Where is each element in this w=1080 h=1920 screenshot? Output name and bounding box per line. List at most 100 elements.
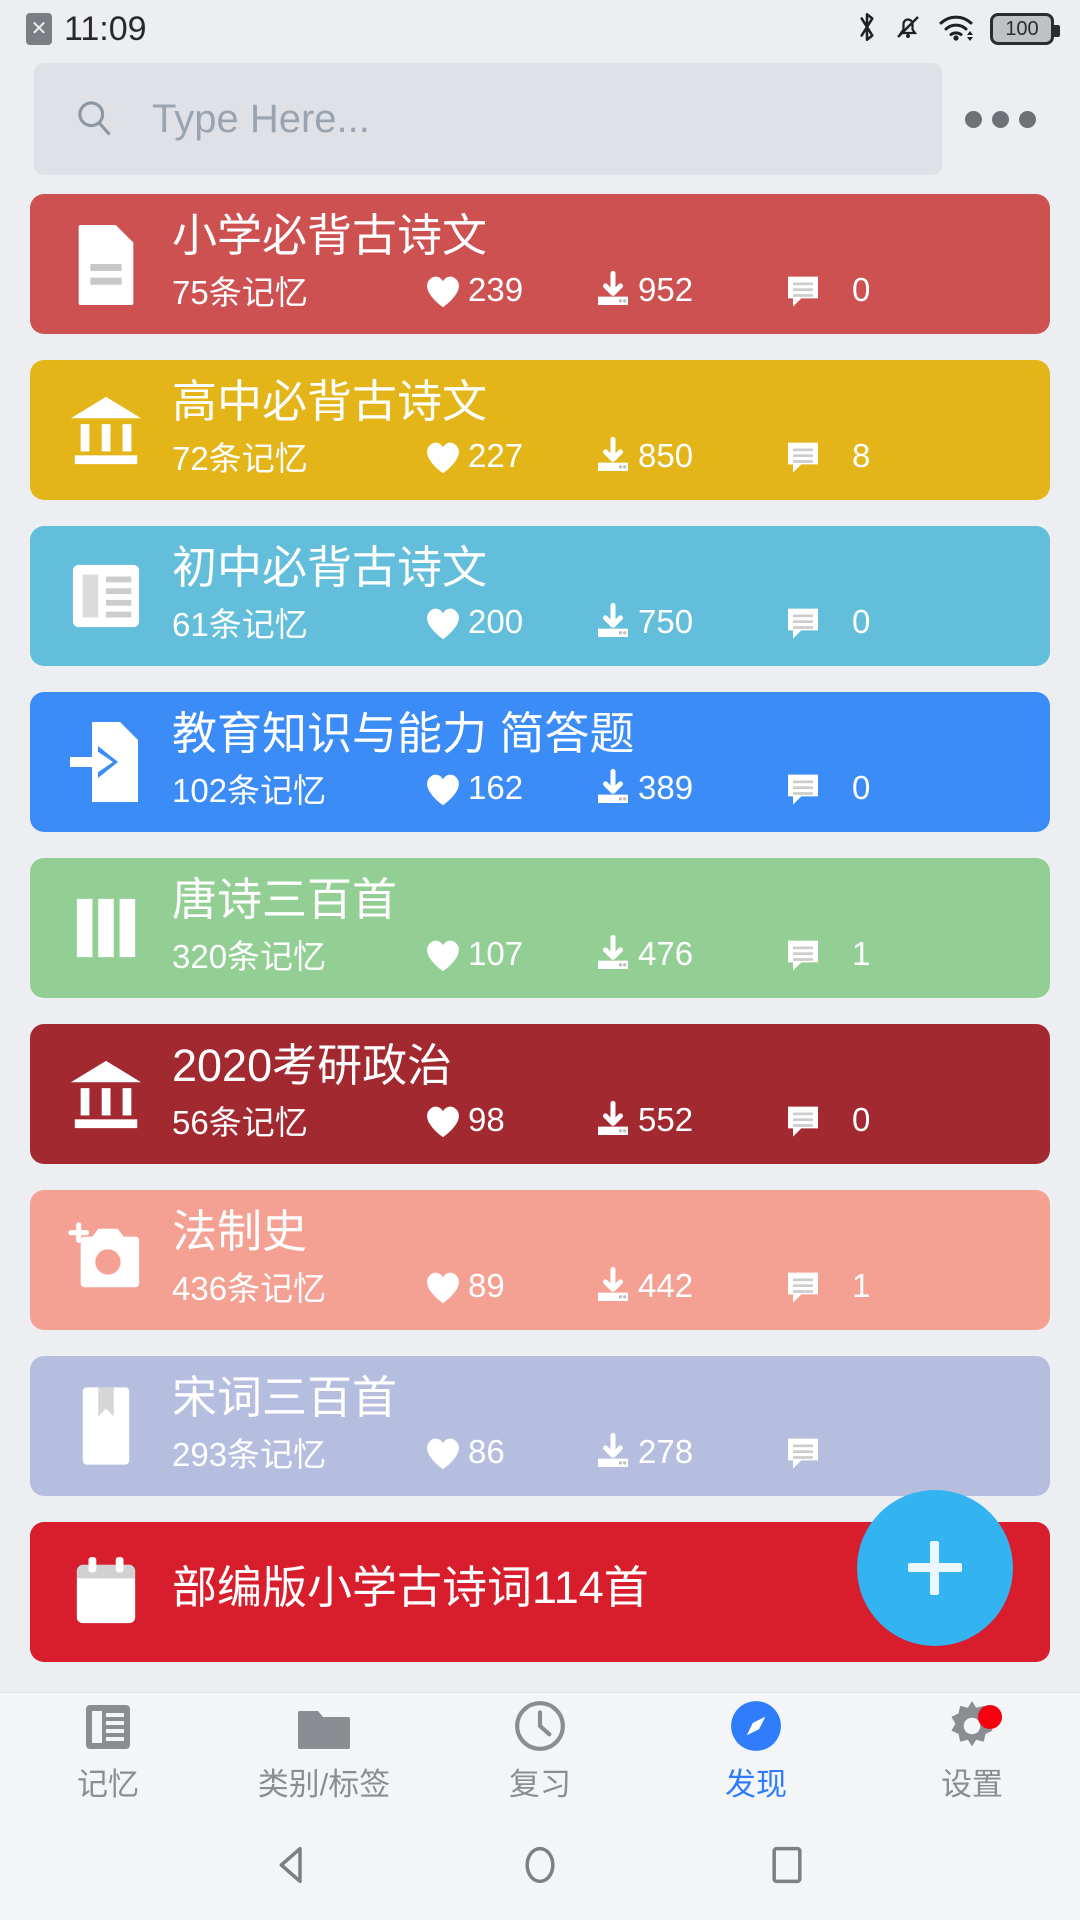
deck-likes[interactable]: 89 xyxy=(422,1267,592,1305)
tab-label: 设置 xyxy=(941,1767,1003,1802)
wifi-icon xyxy=(936,10,976,49)
clock-icon xyxy=(513,1699,567,1753)
deck-card[interactable]: 宋词三百首 293条记忆 86 278 xyxy=(30,1356,1050,1496)
deck-likes-value: 107 xyxy=(468,934,524,972)
deck-comments[interactable]: 0 xyxy=(782,270,902,310)
menu-dot xyxy=(1018,110,1036,128)
deck-card[interactable]: 2020考研政治 56条记忆 98 552 0 xyxy=(30,1024,1050,1164)
deck-comments-value: 1 xyxy=(852,1266,871,1304)
recents-square-icon[interactable] xyxy=(742,1820,832,1910)
bottom-tab-bar: 记忆 类别/标签 复习 发现 设置 xyxy=(0,1692,1080,1810)
deck-downloads[interactable]: 442 xyxy=(592,1266,782,1306)
deck-stats: 436条记忆 89 442 1 xyxy=(172,1262,1024,1310)
calendar-icon xyxy=(40,1554,172,1630)
deck-body: 唐诗三百首 320条记忆 107 476 1 xyxy=(172,876,1024,977)
deck-comments[interactable]: 1 xyxy=(782,934,902,974)
deck-likes[interactable]: 98 xyxy=(422,1101,592,1139)
deck-likes-value: 98 xyxy=(468,1100,505,1138)
phone-screen: ✕ 11:09 100 Type Here... 小学必背古诗文 75条记忆 2… xyxy=(0,0,1080,1920)
tab-clock[interactable]: 复习 xyxy=(432,1693,648,1810)
tab-memory-book[interactable]: 记忆 xyxy=(0,1693,216,1810)
tab-folder[interactable]: 类别/标签 xyxy=(216,1693,432,1810)
deck-stats: 75条记忆 239 952 0 xyxy=(172,266,1024,314)
deck-title: 宋词三百首 xyxy=(172,1372,398,1424)
deck-card[interactable]: 教育知识与能力 简答题 102条记忆 162 389 0 xyxy=(30,692,1050,832)
deck-body: 2020考研政治 56条记忆 98 552 0 xyxy=(172,1042,1024,1143)
tab-label: 复习 xyxy=(509,1767,571,1802)
add-deck-fab[interactable] xyxy=(857,1490,1013,1646)
deck-likes-value: 200 xyxy=(468,602,524,640)
deck-item-count: 72条记忆 xyxy=(172,439,308,477)
deck-downloads[interactable]: 952 xyxy=(592,270,782,310)
deck-likes[interactable]: 107 xyxy=(422,935,592,973)
tab-gear[interactable]: 设置 xyxy=(864,1693,1080,1810)
deck-stats: 293条记忆 86 278 xyxy=(172,1428,1024,1476)
deck-downloads-value: 476 xyxy=(638,934,694,972)
memory-book-icon xyxy=(82,1699,134,1753)
deck-comments-value: 0 xyxy=(852,768,871,806)
deck-comments[interactable]: 0 xyxy=(782,1100,902,1140)
deck-downloads[interactable]: 278 xyxy=(592,1432,782,1472)
deck-likes[interactable]: 200 xyxy=(422,603,592,641)
import-file-icon xyxy=(40,720,172,804)
deck-body: 法制史 436条记忆 89 442 1 xyxy=(172,1208,1024,1309)
deck-likes[interactable]: 239 xyxy=(422,271,592,309)
sim-card-x-icon: ✕ xyxy=(26,13,52,45)
deck-body: 高中必背古诗文 72条记忆 227 850 8 xyxy=(172,378,1024,479)
deck-likes-value: 162 xyxy=(468,768,524,806)
deck-item-count: 436条记忆 xyxy=(172,1269,327,1307)
deck-stats: 102条记忆 162 389 0 xyxy=(172,764,1024,812)
deck-downloads-value: 952 xyxy=(638,270,694,308)
deck-item-count: 75条记忆 xyxy=(172,273,308,311)
deck-item-count: 102条记忆 xyxy=(172,771,327,809)
status-bar-left: ✕ 11:09 xyxy=(26,10,147,49)
deck-downloads[interactable]: 750 xyxy=(592,602,782,642)
deck-card[interactable]: 唐诗三百首 320条记忆 107 476 1 xyxy=(30,858,1050,998)
search-input[interactable] xyxy=(152,96,848,142)
home-circle-icon[interactable] xyxy=(495,1820,585,1910)
deck-comments[interactable] xyxy=(782,1432,902,1472)
deck-card[interactable]: 法制史 436条记忆 89 442 1 xyxy=(30,1190,1050,1330)
deck-comments[interactable]: 0 xyxy=(782,602,902,642)
deck-list[interactable]: 小学必背古诗文 75条记忆 239 952 0 高中必背古诗文 72条记忆 22… xyxy=(0,180,1080,1692)
deck-likes[interactable]: 162 xyxy=(422,769,592,807)
back-triangle-icon[interactable] xyxy=(248,1820,338,1910)
deck-downloads[interactable]: 850 xyxy=(592,436,782,476)
deck-likes-value: 89 xyxy=(468,1266,505,1304)
deck-comments[interactable]: 8 xyxy=(782,436,902,476)
deck-downloads[interactable]: 552 xyxy=(592,1100,782,1140)
deck-likes[interactable]: 86 xyxy=(422,1433,592,1471)
deck-comments[interactable]: 1 xyxy=(782,1266,902,1306)
deck-downloads-value: 389 xyxy=(638,768,694,806)
deck-item-count: 293条记忆 xyxy=(172,1435,327,1473)
folder-icon xyxy=(296,1699,352,1753)
deck-body: 宋词三百首 293条记忆 86 278 xyxy=(172,1374,1024,1475)
tab-compass[interactable]: 发现 xyxy=(648,1693,864,1810)
deck-comments[interactable]: 0 xyxy=(782,768,902,808)
deck-title: 高中必背古诗文 xyxy=(172,376,488,428)
deck-downloads[interactable]: 389 xyxy=(592,768,782,808)
search-bar[interactable] xyxy=(34,63,942,175)
overflow-menu-icon[interactable] xyxy=(950,63,1050,175)
deck-stats: 320条记忆 107 476 1 xyxy=(172,930,1024,978)
deck-comments-value: 8 xyxy=(852,436,871,474)
status-bar-right: 100 xyxy=(854,10,1060,49)
add-photo-icon xyxy=(40,1221,172,1299)
compass-icon xyxy=(729,1699,783,1753)
deck-item-count: 61条记忆 xyxy=(172,605,308,643)
deck-likes[interactable]: 227 xyxy=(422,437,592,475)
deck-item-count: 320条记忆 xyxy=(172,937,327,975)
deck-stats: 61条记忆 200 750 0 xyxy=(172,598,1024,646)
status-bar-clock: 11:09 xyxy=(64,9,147,48)
deck-title: 唐诗三百首 xyxy=(172,874,398,926)
tab-label: 类别/标签 xyxy=(257,1767,391,1802)
deck-card[interactable]: 初中必背古诗文 61条记忆 200 750 0 xyxy=(30,526,1050,666)
deck-downloads[interactable]: 476 xyxy=(592,934,782,974)
deck-stats: 72条记忆 227 850 8 xyxy=(172,432,1024,480)
deck-body: 初中必背古诗文 61条记忆 200 750 0 xyxy=(172,544,1024,645)
deck-card[interactable]: 高中必背古诗文 72条记忆 227 850 8 xyxy=(30,360,1050,500)
menu-dot xyxy=(991,110,1009,128)
battery-icon: 100 xyxy=(990,13,1060,45)
deck-card[interactable]: 小学必背古诗文 75条记忆 239 952 0 xyxy=(30,194,1050,334)
deck-comments-value: 0 xyxy=(852,602,871,640)
